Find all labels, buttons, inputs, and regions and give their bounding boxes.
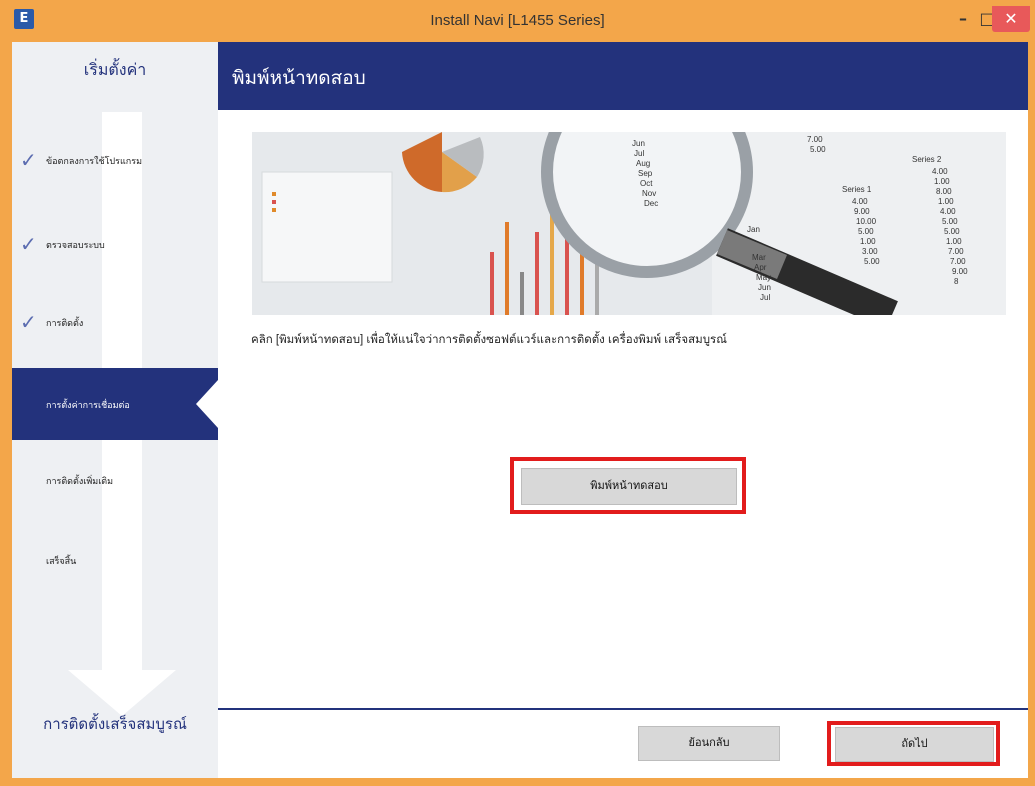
client-area: เริ่มตั้งค่า ✓ ข้อตกลงการใช้โปรแกรม ✓ ตร… (12, 42, 1028, 778)
step-label: การติดตั้งเพิ่มเติม (46, 477, 114, 487)
hero-series2-value: 8.00 (936, 187, 952, 196)
hero-series2-value: 1.00 (946, 237, 962, 246)
hero-series2-label: Series 2 (912, 155, 942, 164)
hero-series2-value: 5.00 (944, 227, 960, 236)
hero-series1-value: 10.00 (856, 217, 877, 226)
hero-month-mar-lower: Mar (752, 253, 766, 262)
window-title: Install Navi [L1455 Series] (430, 12, 605, 29)
hero-month-nov: Nov (642, 189, 656, 198)
instruction-text: คลิก [พิมพ์หน้าทดสอบ] เพื่อให้แน่ใจว่ากา… (251, 334, 727, 346)
steps-sidebar: เริ่มตั้งค่า ✓ ข้อตกลงการใช้โปรแกรม ✓ ตร… (12, 42, 218, 778)
step-label: ข้อตกลงการใช้โปรแกรม (46, 157, 142, 167)
installer-window: E Install Navi [L1455 Series] – □ ✕ เริ่… (0, 0, 1035, 786)
close-button[interactable]: ✕ (992, 6, 1030, 32)
hero-series2-value: 9.00 (952, 267, 968, 276)
step-label: ตรวจสอบระบบ (46, 241, 105, 251)
hero-series1-value: 3.00 (862, 247, 878, 256)
hero-illustration: Jun Jul Aug Sep Oct Nov Dec 7.00 5.00 Ja… (252, 132, 1006, 315)
checkmark-icon: ✓ (20, 148, 37, 172)
hero-series2-value: 4.00 (932, 167, 948, 176)
hero-month-jun-lower: Jun (758, 283, 771, 292)
hero-month-jul: Jul (634, 149, 644, 158)
hero-series2-value: 7.00 (948, 247, 964, 256)
back-button[interactable]: ย้อนกลับ (638, 726, 780, 761)
hero-month-jan-lower: Jan (747, 225, 760, 234)
hero-series2-value: 8 (954, 277, 959, 286)
hero-image-magnifier-charts: Jun Jul Aug Sep Oct Nov Dec 7.00 5.00 Ja… (252, 132, 1006, 315)
hero-series2-value: 4.00 (940, 207, 956, 216)
sidebar-heading: เริ่มตั้งค่า (83, 60, 147, 79)
footer-divider (218, 708, 1028, 710)
hero-series2-value: 1.00 (934, 177, 950, 186)
hero-month-aug: Aug (636, 159, 650, 168)
hero-month-sep: Sep (638, 169, 653, 178)
page-title: พิมพ์หน้าทดสอบ (232, 67, 366, 89)
hero-series1-value: 4.00 (852, 197, 868, 206)
hero-series1-value: 9.00 (854, 207, 870, 216)
step-label: เสร็จสิ้น (46, 557, 77, 567)
hero-month-oct: Oct (640, 179, 653, 188)
progress-arrow-head (68, 670, 176, 716)
step-connection-settings-active: การตั้งค่าการเชื่อมต่อ (12, 368, 218, 440)
page-header: พิมพ์หน้าทดสอบ (218, 42, 1028, 110)
next-button[interactable]: ถัดไป (835, 727, 994, 762)
hero-col-value-2: 5.00 (810, 145, 826, 154)
hero-month-may-lower: May (756, 273, 771, 282)
hero-month-jun: Jun (632, 139, 645, 148)
sidebar-footer-complete: การติดตั้งเสร็จสมบูรณ์ (43, 715, 187, 733)
hero-series2-value: 5.00 (942, 217, 958, 226)
hero-series1-value: 1.00 (860, 237, 876, 246)
step-label: การติดตั้ง (46, 319, 84, 329)
minimize-button[interactable]: – (950, 6, 976, 32)
hero-series2-value: 1.00 (938, 197, 954, 206)
hero-series1-value: 5.00 (858, 227, 874, 236)
hero-series2-value: 7.00 (950, 257, 966, 266)
active-step-notch (196, 380, 218, 428)
hero-series1-label: Series 1 (842, 185, 872, 194)
hero-month-apr-lower: Apr (754, 263, 767, 272)
checkmark-icon: ✓ (20, 232, 37, 256)
checkmark-icon: ✓ (20, 310, 37, 334)
hero-series1-value: 5.00 (864, 257, 880, 266)
hero-month-dec: Dec (644, 199, 658, 208)
title-bar: E Install Navi [L1455 Series] – □ ✕ (0, 0, 1035, 42)
hero-month-jul-lower: Jul (760, 293, 770, 302)
print-test-page-button[interactable]: พิมพ์หน้าทดสอบ (521, 468, 737, 505)
hero-col-value-1: 7.00 (807, 135, 823, 144)
print-test-highlight: พิมพ์หน้าทดสอบ (510, 457, 746, 514)
next-highlight: ถัดไป (827, 721, 1000, 766)
step-label: การตั้งค่าการเชื่อมต่อ (46, 401, 130, 411)
